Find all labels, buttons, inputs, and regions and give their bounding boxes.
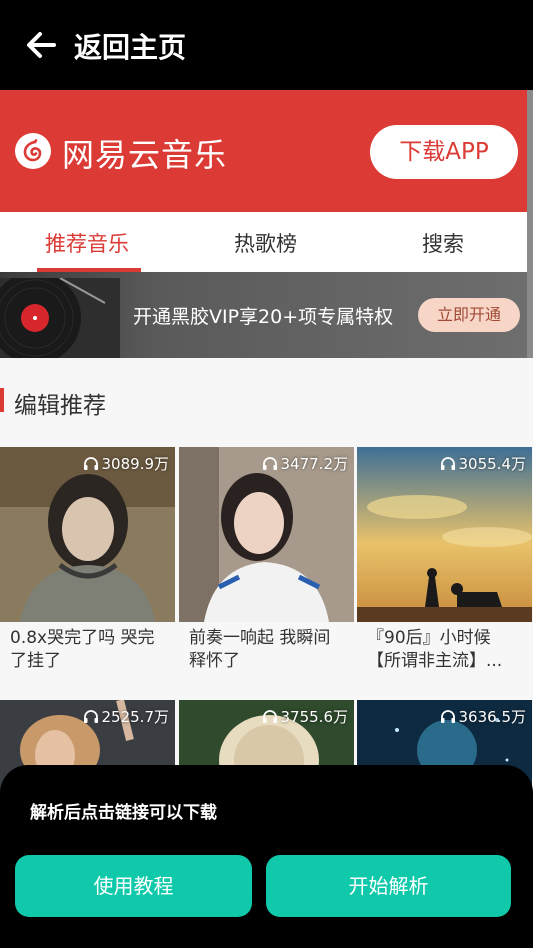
netease-header: 网易云音乐 下载APP — [0, 90, 527, 212]
play-count-value: 3636.5万 — [458, 708, 527, 726]
headphones-icon — [83, 456, 98, 470]
play-count-value: 2525.7万 — [101, 708, 170, 726]
tab-recommended[interactable]: 推荐音乐 — [45, 228, 129, 258]
playlist-title: 『90后』小时候 【所谓非主流】... — [367, 627, 527, 673]
tab-hot-songs[interactable]: 热歌榜 — [234, 228, 297, 258]
tutorial-button[interactable]: 使用教程 — [15, 855, 252, 917]
playlist-title: 0.8x哭完了吗 哭完 了挂了 — [10, 627, 170, 673]
headphones-icon — [262, 709, 277, 723]
headphones-icon — [262, 456, 277, 470]
headphones-icon — [83, 709, 98, 723]
start-parse-button[interactable]: 开始解析 — [266, 855, 511, 917]
play-count: 3477.2万 — [262, 453, 349, 474]
play-count-value: 3477.2万 — [280, 455, 349, 473]
editor-picks-header: 编辑推荐 — [0, 380, 533, 436]
open-vip-button[interactable]: 立即开通 — [418, 298, 520, 332]
play-count-value: 3089.9万 — [101, 455, 170, 473]
top-bar: 返回主页 — [0, 0, 533, 90]
headphones-icon — [440, 709, 455, 723]
vip-banner[interactable]: 开通黑胶VIP享20+项专属特权 立即开通 — [0, 272, 527, 358]
play-count: 3636.5万 — [440, 706, 527, 727]
playlist-title-line: 0.8x哭完了吗 哭完 — [10, 628, 155, 648]
vinyl-record-icon — [0, 278, 120, 358]
tab-bar: 推荐音乐 热歌榜 搜索 — [0, 212, 527, 272]
netease-logo-icon — [15, 133, 51, 169]
playlist-title: 前奏一响起 我瞬间 释怀了 — [189, 627, 349, 673]
vip-banner-text: 开通黑胶VIP享20+项专属特权 — [133, 306, 394, 328]
play-count-value: 3755.6万 — [280, 708, 349, 726]
play-count-value: 3055.4万 — [458, 455, 527, 473]
bottom-sheet: 解析后点击链接可以下载 使用教程 开始解析 — [0, 765, 533, 948]
playlist-title-line: 了挂了 — [10, 651, 61, 671]
playlist-title-line: 【所谓非主流】... — [367, 651, 503, 671]
scrollbar[interactable] — [527, 90, 533, 358]
section-accent-bar — [0, 388, 4, 412]
play-count: 3055.4万 — [440, 453, 527, 474]
play-count: 2525.7万 — [83, 706, 170, 727]
brand-name: 网易云音乐 — [62, 136, 228, 174]
playlist-title-line: 『90后』小时候 — [367, 628, 491, 648]
sheet-message: 解析后点击链接可以下载 — [30, 803, 217, 823]
back-home-title[interactable]: 返回主页 — [74, 26, 186, 66]
play-count: 3755.6万 — [262, 706, 349, 727]
playlist-title-line: 前奏一响起 我瞬间 — [189, 628, 331, 648]
playlist-title-line: 释怀了 — [189, 651, 240, 671]
play-count: 3089.9万 — [83, 453, 170, 474]
arrow-left-icon[interactable] — [24, 28, 58, 62]
download-app-button[interactable]: 下载APP — [370, 125, 518, 179]
section-title: 编辑推荐 — [14, 393, 106, 419]
tab-search[interactable]: 搜索 — [422, 228, 464, 258]
headphones-icon — [440, 456, 455, 470]
